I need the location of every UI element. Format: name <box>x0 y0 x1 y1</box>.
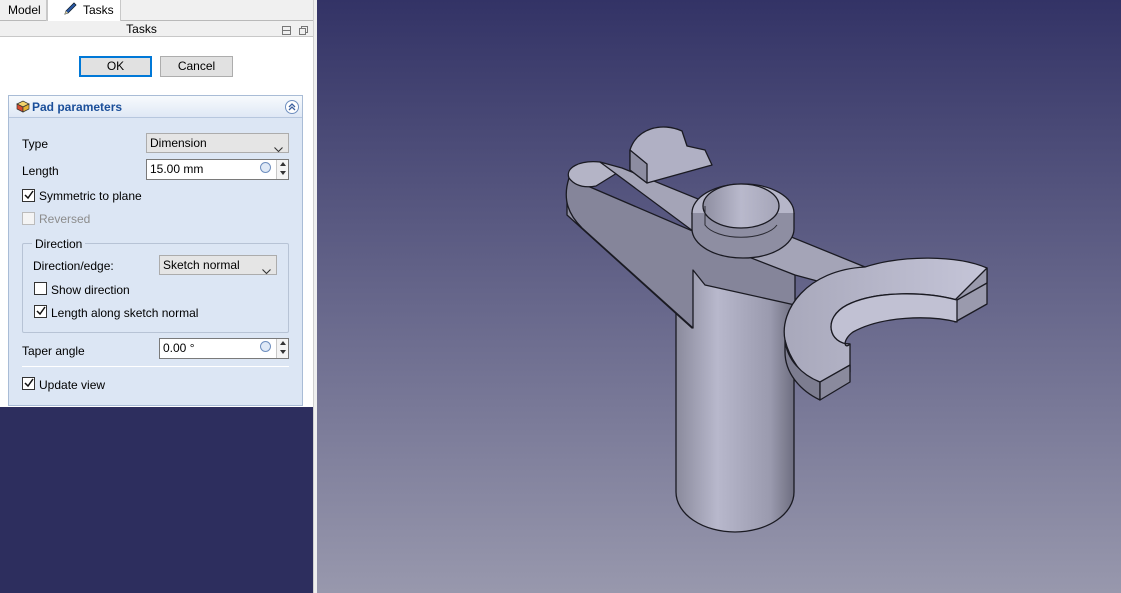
tab-tasks[interactable]: Tasks <box>47 0 121 22</box>
show-direction-label: Show direction <box>51 283 130 297</box>
length-value: 15.00 mm <box>150 162 204 176</box>
dock-restore-icon[interactable] <box>299 24 308 35</box>
tasks-empty-area <box>0 407 313 593</box>
combo-view-panel: Model Tasks Tasks OK Cancel Pad paramete… <box>0 0 313 593</box>
direction-edge-label: Direction/edge: <box>33 259 114 273</box>
symmetric-checkbox[interactable] <box>22 189 35 202</box>
tasks-dock-header: Tasks <box>0 21 313 37</box>
3d-part-model[interactable] <box>317 0 1121 593</box>
tasks-dock-title: Tasks <box>126 22 157 36</box>
pad-icon <box>15 99 30 117</box>
pad-parameters-header[interactable]: Pad parameters <box>9 96 302 118</box>
taper-angle-label: Taper angle <box>22 344 85 358</box>
pencil-icon <box>63 2 79 23</box>
pad-parameters-title: Pad parameters <box>32 100 123 114</box>
taper-angle-input[interactable]: 0.00 ° <box>159 338 289 359</box>
length-along-normal-label: Length along sketch normal <box>51 306 199 320</box>
expression-icon[interactable] <box>260 341 271 352</box>
reversed-label: Reversed <box>39 212 91 226</box>
separator <box>22 366 289 367</box>
expression-icon[interactable] <box>260 162 271 173</box>
show-direction-checkbox[interactable] <box>34 282 47 295</box>
3d-viewport[interactable] <box>317 0 1121 593</box>
update-view-label: Update view <box>39 378 106 392</box>
symmetric-label: Symmetric to plane <box>39 189 142 203</box>
tab-tasks-label: Tasks <box>83 3 114 17</box>
length-label: Length <box>22 164 59 178</box>
tab-model[interactable]: Model <box>0 0 47 21</box>
taper-angle-value: 0.00 ° <box>163 341 195 355</box>
ok-button[interactable]: OK <box>79 56 152 77</box>
direction-group-label: Direction <box>32 237 86 251</box>
reversed-checkbox[interactable] <box>22 212 35 225</box>
direction-edge-combobox[interactable]: Sketch normal <box>159 255 277 275</box>
type-value: Dimension <box>150 136 207 150</box>
chevron-down-icon <box>274 140 283 158</box>
cancel-button[interactable]: Cancel <box>160 56 233 77</box>
length-input[interactable]: 15.00 mm <box>146 159 289 180</box>
length-stepper[interactable] <box>276 160 288 179</box>
type-label: Type <box>22 137 49 151</box>
dock-float-icon[interactable] <box>282 24 291 35</box>
combo-view-tabbar: Model Tasks <box>0 0 313 22</box>
chevron-down-icon <box>262 262 271 280</box>
type-combobox[interactable]: Dimension <box>146 133 289 153</box>
collapse-icon[interactable] <box>285 100 299 114</box>
pad-parameters-box: Pad parameters Type Dimension Length 15.… <box>8 95 303 406</box>
direction-edge-value: Sketch normal <box>163 258 240 272</box>
length-along-normal-checkbox[interactable] <box>34 305 47 318</box>
taper-angle-stepper[interactable] <box>276 339 288 358</box>
update-view-checkbox[interactable] <box>22 377 35 390</box>
